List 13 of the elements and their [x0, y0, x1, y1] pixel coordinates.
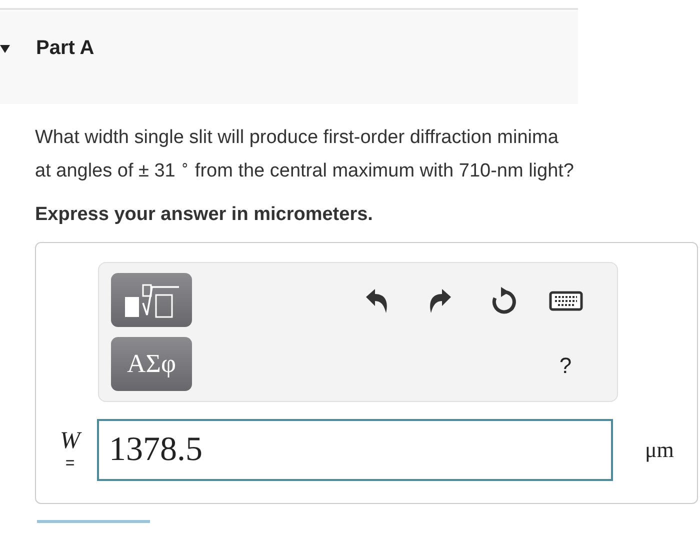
question-text: What width single slit will produce first-order diffraction minima at angles of ± 31 $^{∘}$ from the central maximum with 710-nm light? — [35, 126, 575, 184]
undo-icon[interactable] — [364, 286, 390, 315]
templates-button[interactable] — [111, 273, 192, 328]
equals-sign: = — [65, 454, 75, 473]
help-button[interactable]: ? — [559, 352, 572, 379]
collapse-triangle-icon[interactable] — [0, 44, 10, 52]
part-title: Part A — [36, 37, 94, 60]
answer-field[interactable]: 1378.5 — [97, 419, 613, 482]
symbols-button[interactable]: ΑΣφ — [111, 337, 192, 392]
variable-label: W — [60, 428, 80, 455]
instruction-text: Express your answer in micrometers. — [35, 204, 374, 226]
unit-label: μm — [645, 437, 674, 464]
keyboard-icon[interactable] — [548, 290, 582, 311]
